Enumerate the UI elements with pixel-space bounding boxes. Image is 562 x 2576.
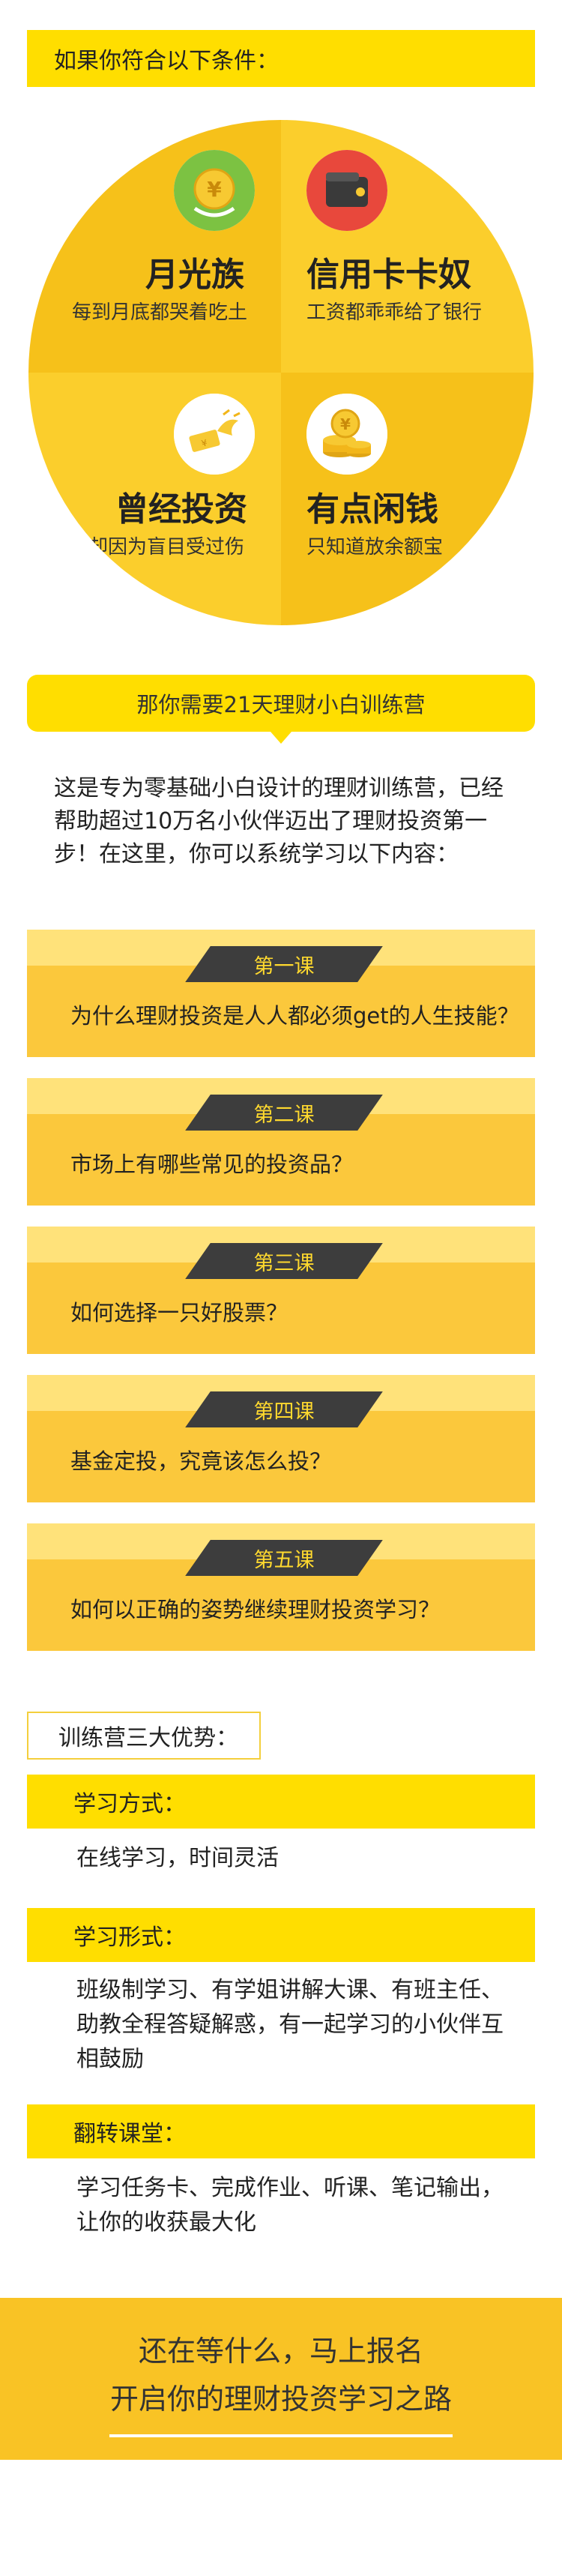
flying-money-icon: ¥ [174,394,255,475]
camp-intro: 这是专为零基础小白设计的理财训练营，已经帮助超过10万名小伙伴迈出了理财投资第一… [54,775,504,867]
lesson-question: 如何选择一只好股票？ [70,1300,288,1325]
lesson-card: 第三课 如何选择一只好股票？ [27,1227,535,1354]
signup-cta[interactable]: 还在等什么，马上报名 开启你的理财投资学习之路 [0,2298,562,2460]
lesson-question: 市场上有哪些常见的投资品？ [70,1152,354,1177]
lesson-card: 第一课 为什么理财投资是人人都必须get的人生技能？ [27,930,535,1057]
coin-stack-icon: ¥ [306,394,387,475]
lesson-card: 第二课 市场上有哪些常见的投资品？ [27,1078,535,1206]
condition-credit-card: 信用卡卡奴 工资都乖乖给了银行 [281,120,534,373]
lesson-question: 如何以正确的姿势继续理财投资学习？ [70,1597,441,1622]
condition-invested: ¥ 曾经投资 却因为盲目受过伤 [28,373,281,625]
wallet-icon [306,150,387,231]
svg-text:¥: ¥ [340,415,351,433]
lesson-question: 为什么理财投资是人人都必须get的人生技能？ [70,1003,519,1029]
condition-title: 曾经投资 [115,490,247,529]
condition-title: 信用卡卡奴 [306,256,471,294]
lesson-card: 第四课 基金定投，究竟该怎么投？ [27,1375,535,1502]
lesson-tag-label: 第一课 [253,954,315,978]
lesson-tag-label: 第四课 [253,1400,315,1424]
condition-title: 月光族 [145,256,244,294]
condition-title: 有点闲钱 [306,490,438,529]
advantage-text: 学习任务卡、完成作业、听课、笔记输出，让你的收获最大化 [76,2175,504,2236]
conditions-circle: ¥ 月光族 每到月底都哭着吃土 信用卡卡奴 工资都乖乖给了银行 ¥ 曾经投资 却… [28,120,534,625]
advantage-title: 学习方式： [27,1775,535,1829]
banner-pointer [271,732,291,744]
conditions-title: 如果你符合以下条件： [27,30,535,87]
cta-line-2: 开启你的理财投资学习之路 [109,2383,452,2416]
advantage-title: 学习形式： [27,1908,535,1962]
lesson-question: 基金定投，究竟该怎么投？ [70,1448,332,1474]
advantages-label: 训练营三大优势： [27,1712,261,1760]
lesson-tag-label: 第三课 [253,1251,315,1275]
page: 如果你符合以下条件： ¥ 月光族 每到月底都哭着吃土 信用卡卡奴 工资都乖乖给了… [0,0,562,2576]
advantage-title: 翻转课堂： [27,2104,535,2158]
advantage-text: 在线学习，时间灵活 [76,1845,279,1871]
condition-subtitle: 只知道放余额宝 [306,536,444,559]
condition-subtitle: 工资都乖乖给了银行 [306,301,483,324]
condition-subtitle: 每到月底都哭着吃土 [72,301,248,324]
condition-spare-money: ¥ 有点闲钱 只知道放余额宝 [281,373,534,625]
lesson-tag-label: 第二课 [253,1103,315,1127]
coin-yen-icon: ¥ [174,150,255,231]
lesson-card: 第五课 如何以正确的姿势继续理财投资学习？ [27,1523,535,1651]
cta-line-1: 还在等什么，马上报名 [138,2335,423,2368]
svg-text:¥: ¥ [207,177,222,202]
cta-divider [109,2434,453,2437]
advantage-text: 班级制学习、有学姐讲解大课、有班主任、助教全程答疑解惑，有一起学习的小伙伴互相鼓… [76,1977,504,2072]
camp-banner: 那你需要21天理财小白训练营 [27,675,535,732]
condition-subtitle: 却因为盲目受过伤 [88,536,245,559]
lesson-tag-label: 第五课 [253,1548,315,1572]
condition-moonlight: ¥ 月光族 每到月底都哭着吃土 [28,120,281,373]
